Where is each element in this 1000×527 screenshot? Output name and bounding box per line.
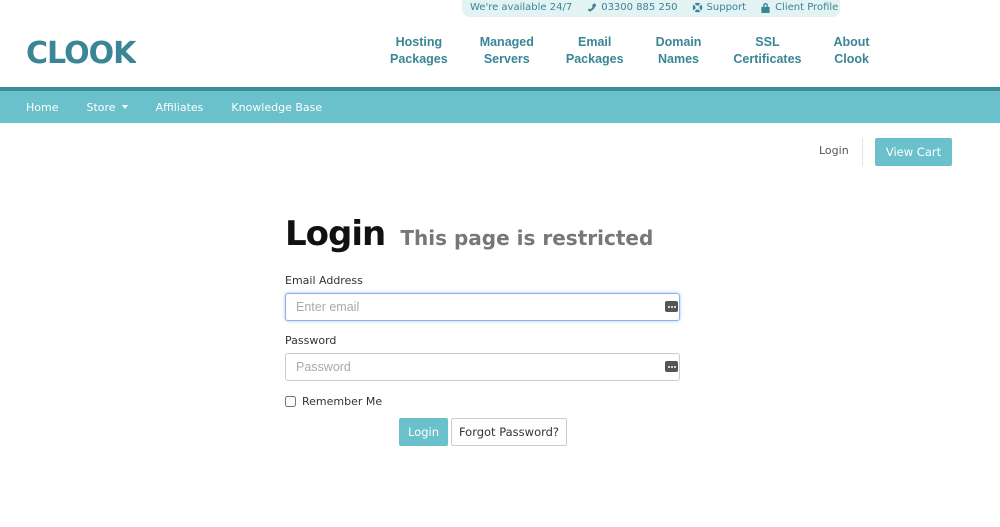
nav-managed-servers[interactable]: Managed Servers	[464, 34, 550, 68]
page-title: Login This page is restricted	[285, 214, 653, 254]
availability-text: We're available 24/7	[470, 2, 573, 13]
clook-logo: CLOOK	[26, 36, 136, 70]
password-manager-icon[interactable]	[665, 301, 678, 312]
secondary-nav: Home Store Affiliates Knowledge Base	[0, 91, 1000, 123]
remember-me-label: Remember Me	[302, 395, 383, 408]
phone-icon	[587, 3, 597, 12]
lifebuoy-icon	[692, 2, 702, 13]
password-input[interactable]	[285, 353, 680, 381]
lock-icon	[761, 3, 770, 13]
email-input[interactable]	[285, 293, 680, 321]
caret-down-icon	[121, 105, 128, 109]
login-heading: Login	[285, 214, 386, 254]
nav-knowledge-base[interactable]: Knowledge Base	[217, 101, 336, 114]
phone-number: 03300 885 250	[601, 2, 678, 13]
top-info-bar: We're available 24/7 03300 885 250 Suppo…	[462, 0, 840, 17]
nav-store[interactable]: Store	[72, 101, 141, 114]
email-label: Email Address	[285, 274, 363, 287]
phone-link[interactable]: 03300 885 250	[586, 2, 678, 13]
login-button[interactable]: Login	[399, 418, 448, 446]
support-label: Support	[706, 2, 747, 13]
account-login-link[interactable]: Login	[819, 144, 849, 157]
nav-about-clook[interactable]: About Clook	[818, 34, 886, 68]
nav-ssl-certificates[interactable]: SSL Certificates	[717, 34, 817, 68]
client-profile-label: Client Profile	[775, 2, 839, 13]
forgot-password-button[interactable]: Forgot Password?	[451, 418, 567, 446]
password-manager-icon[interactable]	[665, 361, 678, 372]
view-cart-button[interactable]: View Cart	[875, 138, 952, 166]
account-separator	[862, 138, 863, 166]
restricted-subtitle: This page is restricted	[400, 226, 654, 250]
nav-affiliates[interactable]: Affiliates	[142, 101, 218, 114]
nav-domain-names[interactable]: Domain Names	[640, 34, 718, 68]
nav-home[interactable]: Home	[12, 101, 72, 114]
logo-text: CLOOK	[26, 36, 136, 70]
client-profile-link[interactable]: Client Profile	[760, 2, 838, 13]
remember-me-checkbox[interactable]	[285, 396, 296, 407]
main-nav: Hosting Packages Managed Servers Email Pack…	[374, 34, 886, 68]
remember-me[interactable]: Remember Me	[285, 395, 382, 408]
support-link[interactable]: Support	[692, 2, 747, 13]
nav-email-packages[interactable]: Email Packages	[550, 34, 640, 68]
password-label: Password	[285, 334, 337, 347]
nav-hosting-packages[interactable]: Hosting Packages	[374, 34, 464, 68]
